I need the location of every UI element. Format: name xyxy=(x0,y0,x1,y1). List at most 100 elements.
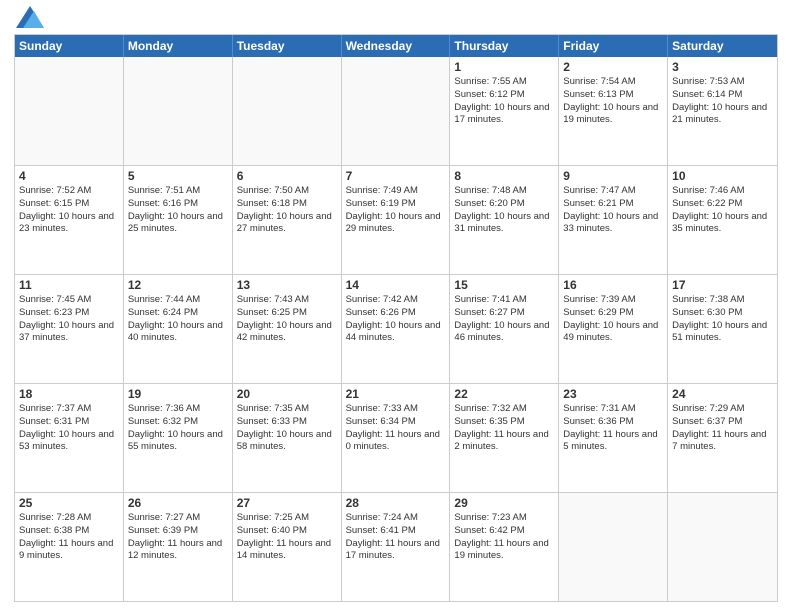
weekday-header-tuesday: Tuesday xyxy=(233,35,342,57)
sun-info: Sunrise: 7:25 AM Sunset: 6:40 PM Dayligh… xyxy=(237,512,337,563)
day-number: 5 xyxy=(128,169,228,183)
day-cell-9: 9 Sunrise: 7:47 AM Sunset: 6:21 PM Daylig… xyxy=(559,166,668,274)
calendar: SundayMondayTuesdayWednesdayThursdayFrid… xyxy=(14,34,778,602)
day-cell-7: 7 Sunrise: 7:49 AM Sunset: 6:19 PM Daylig… xyxy=(342,166,451,274)
weekday-header-sunday: Sunday xyxy=(15,35,124,57)
weekday-header-saturday: Saturday xyxy=(668,35,777,57)
day-cell-23: 23 Sunrise: 7:31 AM Sunset: 6:36 PM Dayli… xyxy=(559,384,668,492)
day-cell-empty xyxy=(668,493,777,601)
sun-info: Sunrise: 7:27 AM Sunset: 6:39 PM Dayligh… xyxy=(128,512,228,563)
calendar-body: 1 Sunrise: 7:55 AM Sunset: 6:12 PM Daylig… xyxy=(15,57,777,601)
weekday-header-wednesday: Wednesday xyxy=(342,35,451,57)
sun-info: Sunrise: 7:50 AM Sunset: 6:18 PM Dayligh… xyxy=(237,185,337,236)
calendar-week-5: 25 Sunrise: 7:28 AM Sunset: 6:38 PM Dayli… xyxy=(15,493,777,601)
sun-info: Sunrise: 7:52 AM Sunset: 6:15 PM Dayligh… xyxy=(19,185,119,236)
day-cell-22: 22 Sunrise: 7:32 AM Sunset: 6:35 PM Dayli… xyxy=(450,384,559,492)
day-cell-5: 5 Sunrise: 7:51 AM Sunset: 6:16 PM Daylig… xyxy=(124,166,233,274)
day-cell-empty xyxy=(342,57,451,165)
day-number: 8 xyxy=(454,169,554,183)
day-cell-26: 26 Sunrise: 7:27 AM Sunset: 6:39 PM Dayli… xyxy=(124,493,233,601)
day-cell-27: 27 Sunrise: 7:25 AM Sunset: 6:40 PM Dayli… xyxy=(233,493,342,601)
day-number: 10 xyxy=(672,169,773,183)
day-cell-14: 14 Sunrise: 7:42 AM Sunset: 6:26 PM Dayli… xyxy=(342,275,451,383)
day-number: 26 xyxy=(128,496,228,510)
day-number: 24 xyxy=(672,387,773,401)
day-number: 14 xyxy=(346,278,446,292)
day-cell-empty xyxy=(124,57,233,165)
day-cell-11: 11 Sunrise: 7:45 AM Sunset: 6:23 PM Dayli… xyxy=(15,275,124,383)
sun-info: Sunrise: 7:46 AM Sunset: 6:22 PM Dayligh… xyxy=(672,185,773,236)
sun-info: Sunrise: 7:48 AM Sunset: 6:20 PM Dayligh… xyxy=(454,185,554,236)
day-number: 23 xyxy=(563,387,663,401)
calendar-week-4: 18 Sunrise: 7:37 AM Sunset: 6:31 PM Dayli… xyxy=(15,384,777,493)
sun-info: Sunrise: 7:31 AM Sunset: 6:36 PM Dayligh… xyxy=(563,403,663,454)
weekday-header-monday: Monday xyxy=(124,35,233,57)
day-number: 18 xyxy=(19,387,119,401)
day-number: 28 xyxy=(346,496,446,510)
logo xyxy=(14,14,44,28)
day-number: 9 xyxy=(563,169,663,183)
day-cell-17: 17Sunrise: 7:38 AM Sunset: 6:30 PM Dayli… xyxy=(668,275,777,383)
day-cell-19: 19Sunrise: 7:36 AM Sunset: 6:32 PM Dayli… xyxy=(124,384,233,492)
sun-info: Sunrise: 7:36 AM Sunset: 6:32 PM Dayligh… xyxy=(128,403,228,454)
sun-info: Sunrise: 7:54 AM Sunset: 6:13 PM Dayligh… xyxy=(563,76,663,127)
sun-info: Sunrise: 7:37 AM Sunset: 6:31 PM Dayligh… xyxy=(19,403,119,454)
calendar-week-2: 4 Sunrise: 7:52 AM Sunset: 6:15 PM Daylig… xyxy=(15,166,777,275)
day-cell-empty xyxy=(15,57,124,165)
header xyxy=(14,10,778,28)
sun-info: Sunrise: 7:39 AM Sunset: 6:29 PM Dayligh… xyxy=(563,294,663,345)
sun-info: Sunrise: 7:32 AM Sunset: 6:35 PM Dayligh… xyxy=(454,403,554,454)
sun-info: Sunrise: 7:51 AM Sunset: 6:16 PM Dayligh… xyxy=(128,185,228,236)
page: SundayMondayTuesdayWednesdayThursdayFrid… xyxy=(0,0,792,612)
day-number: 7 xyxy=(346,169,446,183)
sun-info: Sunrise: 7:49 AM Sunset: 6:19 PM Dayligh… xyxy=(346,185,446,236)
day-cell-18: 18 Sunrise: 7:37 AM Sunset: 6:31 PM Dayli… xyxy=(15,384,124,492)
day-cell-12: 12 Sunrise: 7:44 AM Sunset: 6:24 PM Dayli… xyxy=(124,275,233,383)
day-number: 2 xyxy=(563,60,663,74)
day-number: 15 xyxy=(454,278,554,292)
day-number: 4 xyxy=(19,169,119,183)
sun-info: Sunrise: 7:42 AM Sunset: 6:26 PM Dayligh… xyxy=(346,294,446,345)
day-cell-21: 21Sunrise: 7:33 AM Sunset: 6:34 PM Dayli… xyxy=(342,384,451,492)
day-cell-6: 6Sunrise: 7:50 AM Sunset: 6:18 PM Daylig… xyxy=(233,166,342,274)
logo-icon xyxy=(16,6,44,28)
day-number: 21 xyxy=(346,387,446,401)
day-number: 13 xyxy=(237,278,337,292)
day-cell-10: 10 Sunrise: 7:46 AM Sunset: 6:22 PM Dayli… xyxy=(668,166,777,274)
sun-info: Sunrise: 7:45 AM Sunset: 6:23 PM Dayligh… xyxy=(19,294,119,345)
sun-info: Sunrise: 7:43 AM Sunset: 6:25 PM Dayligh… xyxy=(237,294,337,345)
day-number: 12 xyxy=(128,278,228,292)
day-cell-empty xyxy=(559,493,668,601)
day-cell-20: 20Sunrise: 7:35 AM Sunset: 6:33 PM Dayli… xyxy=(233,384,342,492)
day-number: 27 xyxy=(237,496,337,510)
sun-info: Sunrise: 7:55 AM Sunset: 6:12 PM Dayligh… xyxy=(454,76,554,127)
sun-info: Sunrise: 7:44 AM Sunset: 6:24 PM Dayligh… xyxy=(128,294,228,345)
sun-info: Sunrise: 7:53 AM Sunset: 6:14 PM Dayligh… xyxy=(672,76,773,127)
day-cell-24: 24 Sunrise: 7:29 AM Sunset: 6:37 PM Dayli… xyxy=(668,384,777,492)
weekday-header-friday: Friday xyxy=(559,35,668,57)
day-cell-25: 25 Sunrise: 7:28 AM Sunset: 6:38 PM Dayli… xyxy=(15,493,124,601)
calendar-header: SundayMondayTuesdayWednesdayThursdayFrid… xyxy=(15,35,777,57)
day-number: 11 xyxy=(19,278,119,292)
weekday-header-thursday: Thursday xyxy=(450,35,559,57)
day-cell-13: 13 Sunrise: 7:43 AM Sunset: 6:25 PM Dayli… xyxy=(233,275,342,383)
day-cell-28: 28Sunrise: 7:24 AM Sunset: 6:41 PM Dayli… xyxy=(342,493,451,601)
sun-info: Sunrise: 7:23 AM Sunset: 6:42 PM Dayligh… xyxy=(454,512,554,563)
sun-info: Sunrise: 7:35 AM Sunset: 6:33 PM Dayligh… xyxy=(237,403,337,454)
day-number: 17 xyxy=(672,278,773,292)
day-cell-16: 16 Sunrise: 7:39 AM Sunset: 6:29 PM Dayli… xyxy=(559,275,668,383)
sun-info: Sunrise: 7:47 AM Sunset: 6:21 PM Dayligh… xyxy=(563,185,663,236)
day-cell-8: 8 Sunrise: 7:48 AM Sunset: 6:20 PM Daylig… xyxy=(450,166,559,274)
day-number: 22 xyxy=(454,387,554,401)
day-cell-2: 2 Sunrise: 7:54 AM Sunset: 6:13 PM Daylig… xyxy=(559,57,668,165)
day-number: 16 xyxy=(563,278,663,292)
day-cell-empty xyxy=(233,57,342,165)
day-cell-4: 4 Sunrise: 7:52 AM Sunset: 6:15 PM Daylig… xyxy=(15,166,124,274)
day-number: 29 xyxy=(454,496,554,510)
sun-info: Sunrise: 7:29 AM Sunset: 6:37 PM Dayligh… xyxy=(672,403,773,454)
day-cell-15: 15Sunrise: 7:41 AM Sunset: 6:27 PM Dayli… xyxy=(450,275,559,383)
day-cell-29: 29 Sunrise: 7:23 AM Sunset: 6:42 PM Dayli… xyxy=(450,493,559,601)
sun-info: Sunrise: 7:28 AM Sunset: 6:38 PM Dayligh… xyxy=(19,512,119,563)
day-number: 25 xyxy=(19,496,119,510)
day-number: 1 xyxy=(454,60,554,74)
